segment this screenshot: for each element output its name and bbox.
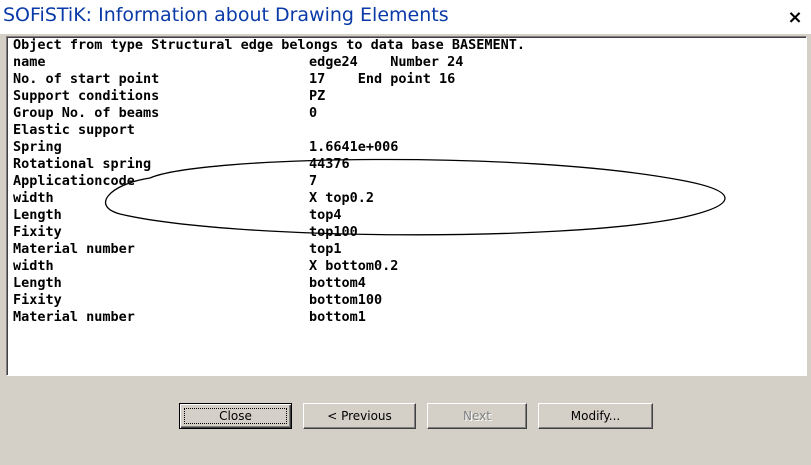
row-value: PZ	[309, 88, 326, 104]
modify-button-label: Modify...	[570, 409, 621, 423]
row-label: Material number	[13, 241, 135, 257]
row-label: Material number	[13, 309, 135, 325]
row-value: 17 End point 16	[309, 71, 456, 87]
previous-button[interactable]: < Previous	[303, 403, 416, 429]
previous-button-label: < Previous	[327, 409, 392, 423]
next-button[interactable]: Next	[427, 403, 527, 429]
row-value: bottom1	[309, 309, 366, 325]
modify-button[interactable]: Modify...	[538, 403, 653, 429]
row-label: No. of start point	[13, 71, 160, 87]
window-title: SOFiSTiK: Information about Drawing Elem…	[3, 4, 449, 26]
row-value: bottom4	[309, 275, 366, 291]
row-value: bottom100	[309, 292, 383, 308]
info-header: Object from type Structural edge belongs…	[13, 37, 526, 53]
row-label: Spring	[13, 139, 62, 155]
row-label: Rotational spring	[13, 156, 152, 172]
row-label: Group No. of beams	[13, 105, 160, 121]
next-button-label: Next	[463, 409, 491, 423]
close-icon[interactable]: ×	[785, 8, 805, 28]
close-button-label: Close	[219, 409, 252, 423]
row-value: 1.6641e+006	[309, 139, 399, 155]
row-label: width	[13, 190, 54, 206]
row-label: width	[13, 258, 54, 274]
row-label: name	[13, 54, 46, 70]
title-bar: SOFiSTiK: Information about Drawing Elem…	[0, 0, 811, 34]
info-dialog: SOFiSTiK: Information about Drawing Elem…	[0, 0, 811, 465]
row-value: top1	[309, 241, 342, 257]
close-button[interactable]: Close	[179, 403, 292, 429]
row-value: 44376	[309, 156, 350, 172]
row-label: Support conditions	[13, 88, 160, 104]
row-value: edge24 Number 24	[309, 54, 464, 70]
row-label: Fixity	[13, 224, 62, 240]
row-value: 7	[309, 173, 318, 189]
row-value: top4	[309, 207, 342, 223]
row-label: Length	[13, 207, 62, 223]
info-list[interactable]: Object from type Structural edge belongs…	[6, 36, 807, 376]
row-label: Length	[13, 275, 62, 291]
row-value: 0	[309, 105, 318, 121]
row-value: X top0.2	[309, 190, 375, 206]
row-label: Applicationcode	[13, 173, 135, 189]
row-label: Elastic support	[13, 122, 135, 138]
row-value: top100	[309, 224, 358, 240]
row-value: X bottom0.2	[309, 258, 399, 274]
row-label: Fixity	[13, 292, 62, 308]
